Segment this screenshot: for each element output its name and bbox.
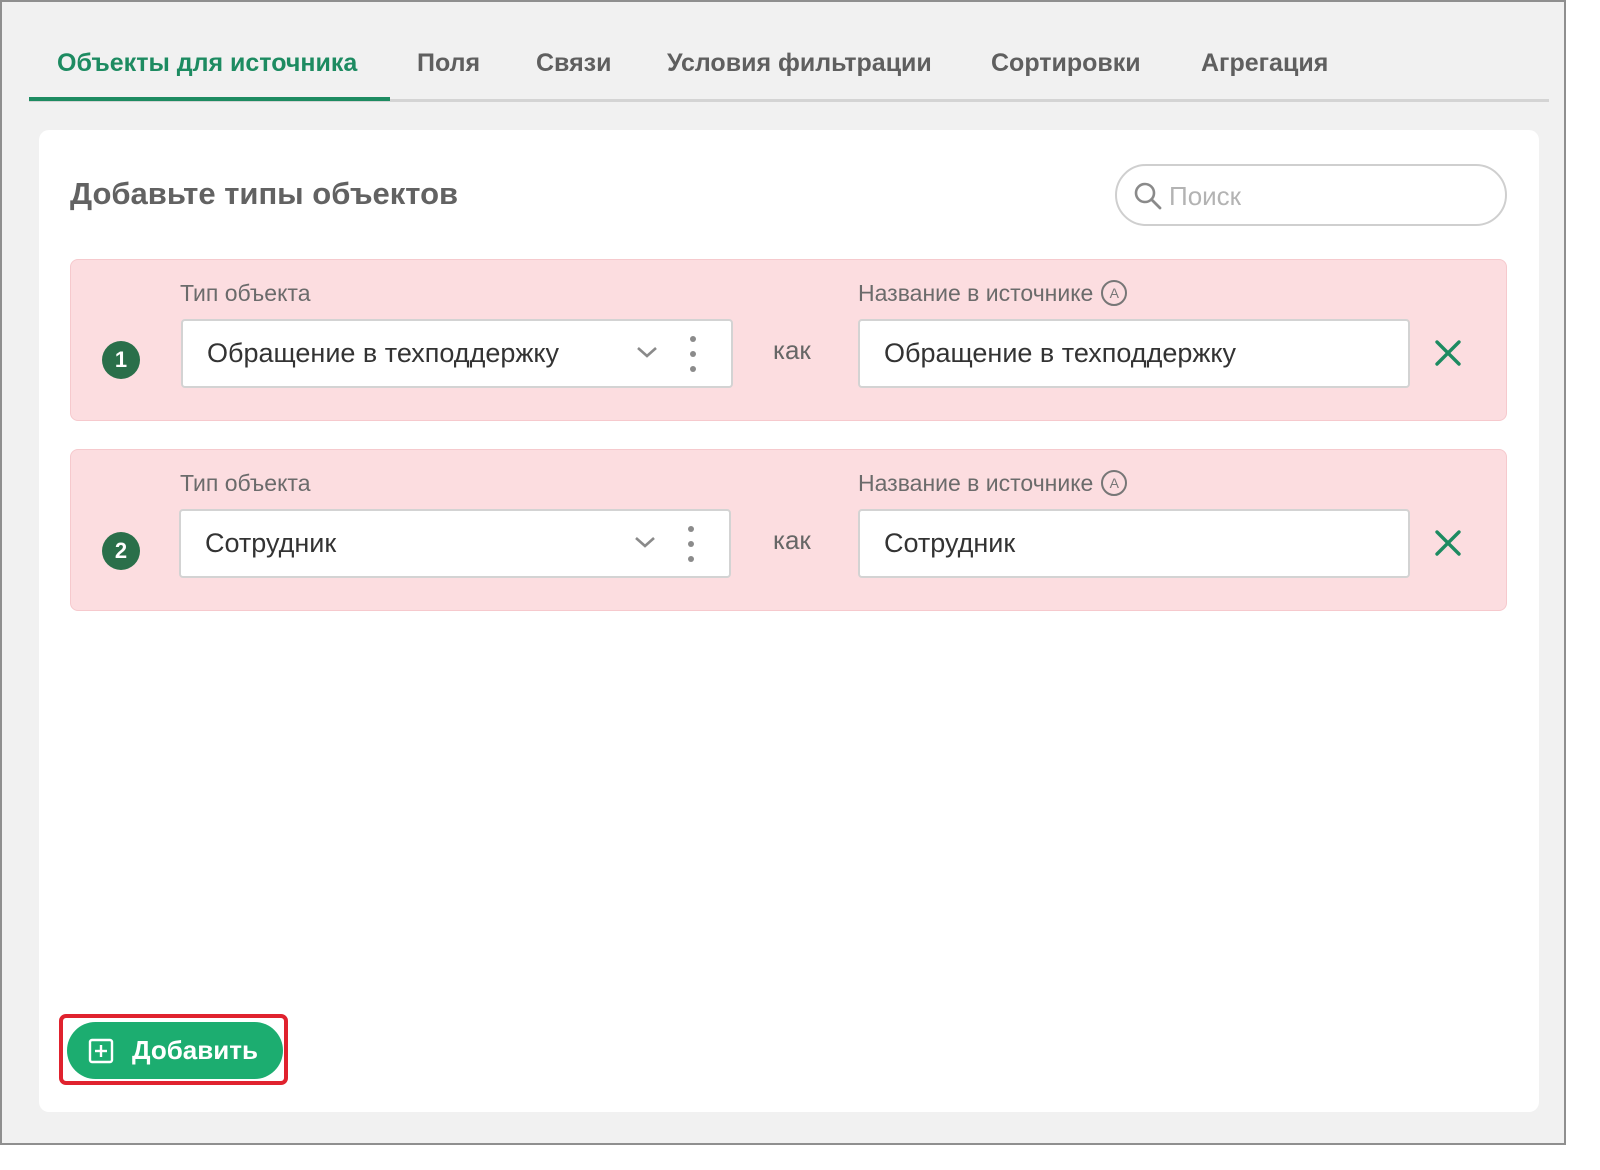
tab-filter-conditions[interactable]: Условия фильтрации: [667, 30, 932, 99]
source-name-label: Название в источнике A: [858, 469, 1128, 498]
auto-name-icon: A: [1101, 469, 1128, 496]
chevron-down-icon[interactable]: [633, 534, 657, 550]
search-icon: [1134, 182, 1162, 210]
tab-sorting[interactable]: Сортировки: [991, 30, 1141, 99]
tab-relations[interactable]: Связи: [536, 30, 611, 99]
tab-aggregation[interactable]: Агрегация: [1201, 30, 1328, 99]
source-name-label-text: Название в источнике: [858, 470, 1094, 496]
app-window: Объекты для источника Поля Связи Условия…: [0, 0, 1566, 1145]
alias-separator: как: [773, 525, 811, 555]
object-type-label: Тип объекта: [180, 470, 311, 496]
source-name-input[interactable]: [858, 319, 1410, 388]
source-name-label-text: Название в источнике: [858, 280, 1094, 306]
objects-panel: Добавьте типы объектов 1 Тип объекта Обр…: [39, 130, 1539, 1112]
object-type-value: Сотрудник: [205, 528, 337, 558]
close-icon[interactable]: [1432, 527, 1464, 559]
panel-title: Добавьте типы объектов: [70, 176, 459, 211]
tab-bar: Объекты для источника Поля Связи Условия…: [29, 30, 1549, 102]
row-number-badge: 1: [102, 341, 140, 379]
close-icon[interactable]: [1432, 337, 1464, 369]
plus-square-icon: [88, 1038, 114, 1064]
active-tab-indicator: [29, 97, 390, 101]
object-row: 1 Тип объекта Обращение в техподдержку к…: [70, 259, 1507, 421]
row-number-badge: 2: [102, 532, 140, 570]
source-name-input[interactable]: [858, 509, 1410, 578]
add-button-label: Добавить: [132, 1035, 258, 1065]
object-type-select[interactable]: Обращение в техподдержку: [181, 319, 733, 388]
tab-fields[interactable]: Поля: [417, 30, 480, 99]
tab-objects[interactable]: Объекты для источника: [57, 30, 357, 99]
auto-name-icon: A: [1101, 279, 1128, 306]
search-input[interactable]: [1167, 176, 1491, 216]
source-name-label: Название в источнике A: [858, 279, 1128, 308]
object-type-select[interactable]: Сотрудник: [179, 509, 731, 578]
object-row: 2 Тип объекта Сотрудник как Название в и…: [70, 449, 1507, 611]
add-button[interactable]: Добавить: [67, 1022, 283, 1079]
search-box[interactable]: [1115, 164, 1507, 226]
object-type-value: Обращение в техподдержку: [207, 338, 560, 368]
more-options-icon[interactable]: [684, 524, 698, 564]
more-options-icon[interactable]: [686, 334, 700, 374]
alias-separator: как: [773, 335, 811, 365]
object-type-label: Тип объекта: [180, 280, 311, 306]
chevron-down-icon[interactable]: [635, 344, 659, 360]
